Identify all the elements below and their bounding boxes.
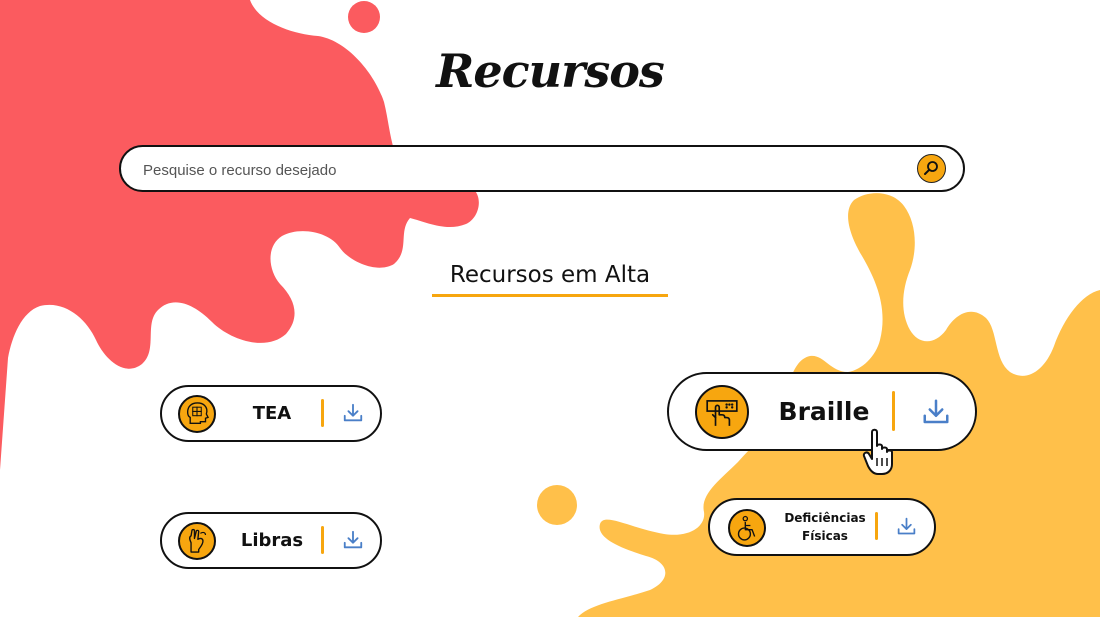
resource-card-libras[interactable]: Libras [160,512,382,569]
search-bar [119,145,965,192]
card-divider [875,512,878,540]
search-input[interactable] [141,156,905,184]
search-icon [924,161,938,175]
download-icon [897,517,916,535]
card-divider [321,526,324,554]
download-icon [343,403,363,422]
red-paint-drop [348,1,380,33]
sign-hand-icon [178,522,216,560]
download-button-tea[interactable] [342,402,364,424]
section-title: Recursos em Alta [432,258,668,297]
resource-label-line2: Físicas [802,529,848,543]
resource-label-deficiencias-fisicas: Deficiências Físicas [770,509,880,545]
download-button-braille[interactable] [921,397,951,427]
resource-label-line1: Deficiências [784,511,866,525]
resource-label-libras: Libras [240,530,304,551]
download-icon [923,399,949,424]
download-icon [343,530,363,549]
search-button[interactable] [917,154,946,183]
card-divider [321,399,324,427]
download-button-deficiencias-fisicas[interactable] [896,516,917,537]
braille-touch-icon [695,385,749,439]
page-title: Recursos [436,44,665,98]
puzzle-head-icon [178,395,216,433]
hand-cursor-icon [862,428,893,475]
download-button-libras[interactable] [342,529,364,551]
resource-card-tea[interactable]: TEA [160,385,382,442]
resource-label-braille: Braille [778,397,870,426]
resource-label-tea: TEA [252,403,292,424]
resource-card-deficiencias-fisicas[interactable]: Deficiências Físicas [708,498,936,556]
yellow-paint-drop [537,485,577,525]
wheelchair-icon [728,509,766,547]
card-divider [892,391,895,431]
resource-card-braille[interactable]: Braille [667,372,977,451]
